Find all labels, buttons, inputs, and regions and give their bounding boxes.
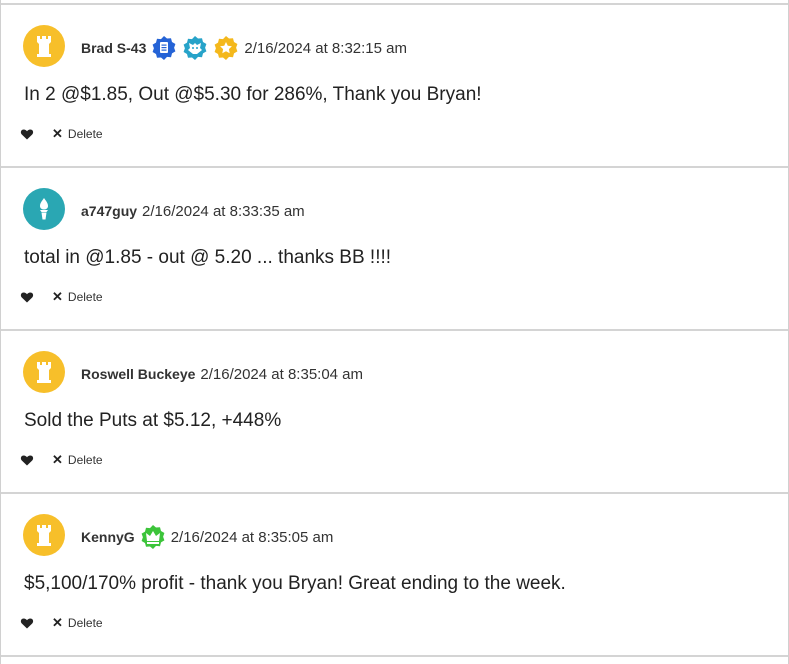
comment-text: total in @1.85 - out @ 5.20 ... thanks B… <box>24 247 392 268</box>
heart-icon[interactable] <box>20 290 34 304</box>
delete-label: Delete <box>67 290 103 304</box>
document-badge-icon <box>151 35 177 61</box>
comment-item: Roswell Buckeye 2/16/2024 at 8:35:04 am … <box>1 331 788 491</box>
comment-text: In 2 @$1.85, Out @$5.30 for 286%, Thank … <box>24 84 482 105</box>
star-badge-icon <box>213 35 239 61</box>
divider <box>1 655 788 657</box>
delete-button[interactable]: ✕ Delete <box>52 452 103 468</box>
delete-label: Delete <box>67 127 103 141</box>
heart-icon[interactable] <box>20 453 34 467</box>
delete-label: Delete <box>67 616 103 630</box>
timestamp: 2/16/2024 at 8:33:35 am <box>142 202 305 220</box>
heart-icon[interactable] <box>20 127 34 141</box>
comment-text: Sold the Puts at $5.12, +448% <box>24 410 282 431</box>
username[interactable]: a747guy <box>81 203 137 219</box>
torch-icon <box>40 198 48 220</box>
timestamp: 2/16/2024 at 8:35:05 am <box>170 528 334 546</box>
heart-icon[interactable] <box>20 616 34 630</box>
avatar[interactable] <box>23 351 65 393</box>
castle-tower-icon <box>37 36 51 57</box>
username[interactable]: Roswell Buckeye <box>81 366 195 382</box>
username[interactable]: Brad S-43 <box>81 40 146 56</box>
castle-tower-icon <box>37 362 51 383</box>
username[interactable]: KennyG <box>81 529 135 545</box>
castle-tower-icon <box>37 525 51 546</box>
comment-feed: Brad S-43 2/16/2024 at 8:32:15 am In 2 @… <box>0 0 789 664</box>
avatar[interactable] <box>23 514 65 556</box>
comment-item: a747guy 2/16/2024 at 8:33:35 am total in… <box>1 168 788 328</box>
delete-button[interactable]: ✕ Delete <box>52 289 103 305</box>
lion-badge-icon <box>182 35 208 61</box>
comment-item: Brad S-43 2/16/2024 at 8:32:15 am In 2 @… <box>1 5 788 165</box>
timestamp: 2/16/2024 at 8:32:15 am <box>244 39 407 57</box>
close-icon: ✕ <box>52 126 63 141</box>
delete-button[interactable]: ✕ Delete <box>52 615 103 631</box>
comment-item: KennyG 2/16/2024 at 8:35:05 am $5,100/17… <box>1 494 788 654</box>
crown-badge-icon <box>140 524 166 550</box>
timestamp: 2/16/2024 at 8:35:04 am <box>200 365 364 383</box>
avatar[interactable] <box>23 188 65 230</box>
close-icon: ✕ <box>52 615 63 630</box>
close-icon: ✕ <box>52 289 63 304</box>
comment-text: $5,100/170% profit - thank you Bryan! Gr… <box>24 573 566 594</box>
close-icon: ✕ <box>52 452 63 467</box>
avatar[interactable] <box>23 25 65 67</box>
delete-label: Delete <box>67 453 103 467</box>
delete-button[interactable]: ✕ Delete <box>52 126 103 142</box>
